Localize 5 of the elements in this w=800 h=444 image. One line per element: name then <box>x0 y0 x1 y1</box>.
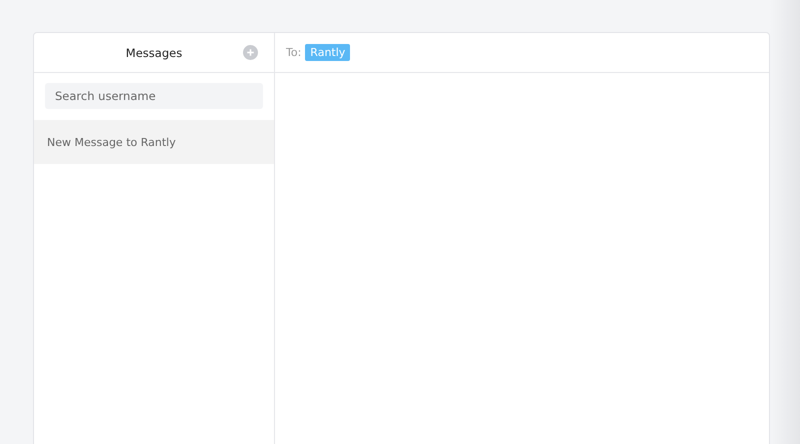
panel-title: Messages <box>126 46 182 60</box>
add-icon[interactable] <box>243 45 258 60</box>
to-label: To: <box>286 46 302 59</box>
conversation-item[interactable]: New Message to Rantly <box>34 120 274 164</box>
search-field[interactable]: Search username <box>45 83 263 109</box>
